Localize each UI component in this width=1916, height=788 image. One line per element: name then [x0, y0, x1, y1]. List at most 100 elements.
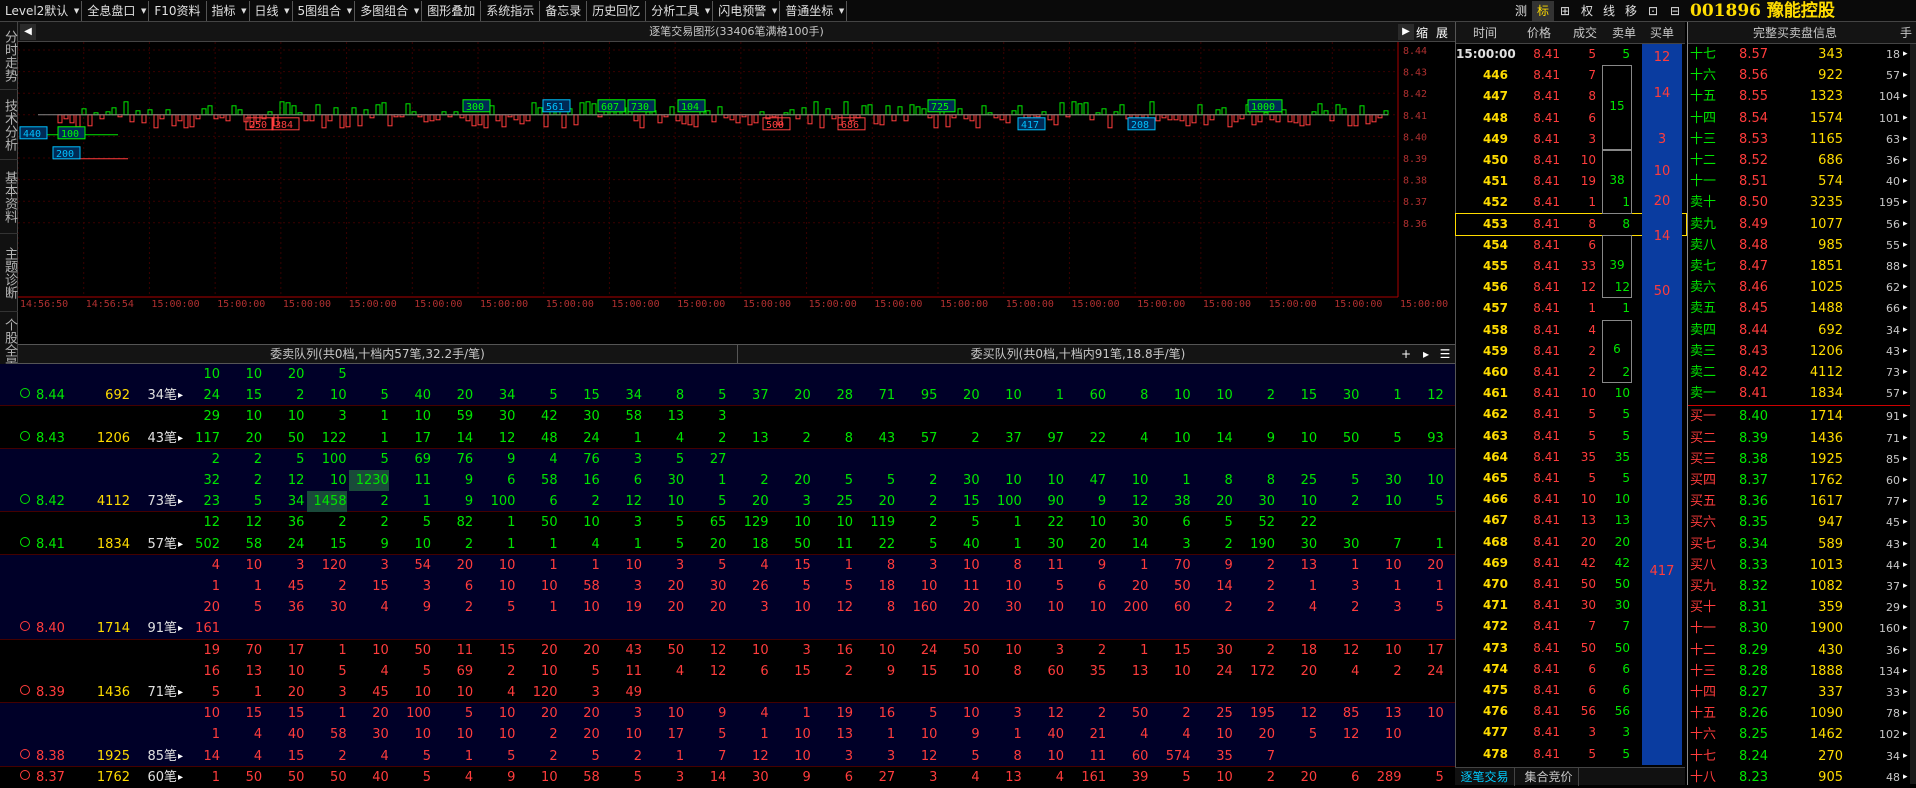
- orderbook-row[interactable]: 买一 8.40 1714 91 ▸: [1688, 406, 1916, 427]
- orderbook-row[interactable]: 买五 8.36 1617 77 ▸: [1688, 491, 1916, 512]
- orderbook-row[interactable]: 买三 8.38 1925 85 ▸: [1688, 449, 1916, 470]
- time-tick-label: 15:00:00: [480, 299, 528, 310]
- trade-price: 8.41: [1533, 47, 1560, 61]
- toolbar-right-button-0[interactable]: 测: [1510, 1, 1532, 21]
- toolbar-item-5[interactable]: 5图组合: [293, 0, 356, 21]
- trade-size-label: 686: [837, 117, 866, 131]
- orderbook-row[interactable]: 卖三 8.43 1206 43 ▸: [1688, 341, 1916, 362]
- toolbar-item-3[interactable]: 指标: [207, 0, 250, 21]
- trade-bottom-tab-0[interactable]: 逐笔交易: [1455, 768, 1515, 786]
- queue-circle-icon[interactable]: [20, 494, 30, 505]
- orderbook-row[interactable]: 十五 8.55 1323 104 ▸: [1688, 86, 1916, 107]
- trade-time: 450: [1482, 153, 1508, 167]
- trade-bottom-tab-1[interactable]: 集合竞价: [1519, 768, 1579, 786]
- toolbar-item-12[interactable]: 闪电预警: [713, 0, 781, 21]
- queue-circle-icon[interactable]: [20, 430, 30, 441]
- toolbar-right-button-3[interactable]: 权: [1576, 1, 1598, 21]
- queue-order-size: 11: [1089, 748, 1107, 764]
- queue-order-size: 12: [836, 600, 853, 616]
- queue-order-size: 15: [963, 494, 980, 510]
- queue-order-size: 161: [195, 621, 220, 637]
- orderbook-row[interactable]: 十六 8.56 922 57 ▸: [1688, 65, 1916, 86]
- toolbar-right-button-1[interactable]: 标: [1532, 1, 1554, 21]
- orderbook-row[interactable]: 卖一 8.41 1834 57 ▸: [1688, 383, 1916, 404]
- orderbook-row[interactable]: 买六 8.35 947 45 ▸: [1688, 512, 1916, 533]
- queue-menu-button[interactable]: ☰: [1437, 345, 1453, 363]
- side-tab-3[interactable]: 主题诊断: [0, 234, 18, 312]
- orderbook-level: 卖二: [1690, 365, 1717, 380]
- orderbook-row[interactable]: 十二 8.52 686 36 ▸: [1688, 150, 1916, 171]
- orderbook-row[interactable]: 卖六 8.46 1025 62 ▸: [1688, 277, 1916, 298]
- queue-circle-icon[interactable]: [20, 536, 30, 547]
- queue-order-size: 58: [330, 727, 347, 743]
- toolbar-item-10[interactable]: 历史回忆: [587, 0, 647, 21]
- toolbar-right-button-4[interactable]: 线: [1598, 1, 1620, 21]
- toolbar-item-1[interactable]: 全息盘口: [82, 0, 150, 21]
- queue-order-size: 4: [1140, 727, 1149, 743]
- orderbook-row[interactable]: 买七 8.34 589 43 ▸: [1688, 534, 1916, 555]
- chart-next-button[interactable]: ▶: [1398, 24, 1414, 40]
- orderbook-row[interactable]: 卖九 8.49 1077 56 ▸: [1688, 214, 1916, 235]
- orderbook-row[interactable]: 卖七 8.47 1851 88 ▸: [1688, 256, 1916, 277]
- orderbook-row[interactable]: 十二 8.29 430 36 ▸: [1688, 640, 1916, 661]
- toolbar-item-4[interactable]: 日线: [250, 0, 293, 21]
- orderbook-row[interactable]: 十四 8.54 1574 101 ▸: [1688, 108, 1916, 129]
- orderbook-row[interactable]: 十五 8.26 1090 78 ▸: [1688, 703, 1916, 724]
- orderbook-row[interactable]: 十三 8.28 1888 134 ▸: [1688, 661, 1916, 682]
- toolbar-item-11[interactable]: 分析工具: [646, 0, 714, 21]
- trade-size-text: 250: [249, 120, 267, 131]
- side-tab-0[interactable]: 分时走势: [0, 22, 18, 90]
- orderbook-row[interactable]: 买十 8.31 359 29 ▸: [1688, 597, 1916, 618]
- tick-bar: [75, 114, 81, 128]
- chart-shrink-button[interactable]: 缩: [1416, 24, 1432, 41]
- orderbook-row[interactable]: 卖四 8.44 692 34 ▸: [1688, 320, 1916, 341]
- toolbar-item-8[interactable]: 系统指示: [481, 0, 541, 21]
- orderbook-row[interactable]: 买九 8.32 1082 37 ▸: [1688, 576, 1916, 597]
- toolbar-right-button-6[interactable]: ⊡: [1642, 1, 1664, 21]
- queue-add-button[interactable]: +: [1398, 345, 1414, 363]
- orderbook-row[interactable]: 十七 8.57 343 18 ▸: [1688, 44, 1916, 65]
- orderbook-scrollbar[interactable]: [1910, 44, 1916, 784]
- toolbar-right-button-7[interactable]: ⊟: [1664, 1, 1686, 21]
- queue-circle-icon[interactable]: [20, 769, 30, 780]
- orderbook-row[interactable]: 卖五 8.45 1488 66 ▸: [1688, 298, 1916, 319]
- orderbook-row[interactable]: 卖十 8.50 3235 195 ▸: [1688, 192, 1916, 213]
- queue-circle-icon[interactable]: [20, 621, 30, 632]
- orderbook-row[interactable]: 十三 8.53 1165 63 ▸: [1688, 129, 1916, 150]
- orderbook-row[interactable]: 买二 8.39 1436 71 ▸: [1688, 428, 1916, 449]
- orderbook-row[interactable]: 卖八 8.48 985 55 ▸: [1688, 235, 1916, 256]
- queue-order-size: 9: [1097, 494, 1107, 510]
- queue-scroll-button[interactable]: ▸: [1418, 345, 1434, 363]
- toolbar-right-button-2[interactable]: ⊞: [1554, 1, 1576, 21]
- trade-sell-order: 1: [1622, 301, 1630, 316]
- chart-prev-button[interactable]: ◀: [20, 24, 36, 40]
- orderbook-volume: 1013: [1809, 557, 1843, 573]
- orderbook-row[interactable]: 十四 8.27 337 33 ▸: [1688, 682, 1916, 703]
- toolbar-right-button-5[interactable]: 移: [1620, 1, 1642, 21]
- orderbook-row[interactable]: 买八 8.33 1013 44 ▸: [1688, 555, 1916, 576]
- side-tab-2[interactable]: 基本资料: [0, 160, 18, 234]
- queue-order-size: 1: [1435, 536, 1444, 552]
- queue-circle-icon[interactable]: [20, 748, 30, 759]
- queue-circle-icon[interactable]: [20, 388, 30, 399]
- toolbar-item-7[interactable]: 图形叠加: [422, 0, 482, 21]
- orderbook-row[interactable]: 卖二 8.42 4112 73 ▸: [1688, 362, 1916, 383]
- orderbook-order-count: 91: [1886, 410, 1900, 424]
- orderbook-row[interactable]: 十一 8.30 1900 160 ▸: [1688, 618, 1916, 639]
- chart-expand-button[interactable]: 展: [1436, 24, 1452, 41]
- orderbook-row[interactable]: 十一 8.51 574 40 ▸: [1688, 171, 1916, 192]
- toolbar-item-0[interactable]: Level2默认: [0, 0, 83, 21]
- trade-time: 466: [1482, 492, 1508, 507]
- toolbar-item-2[interactable]: F10资料: [149, 0, 207, 21]
- toolbar-item-13[interactable]: 普通坐标: [780, 0, 848, 21]
- orderbook-row[interactable]: 十七 8.24 270 34 ▸: [1688, 746, 1916, 767]
- toolbar-item-9[interactable]: 备忘录: [540, 0, 588, 21]
- side-tab-1[interactable]: 技术分析: [0, 90, 18, 160]
- orderbook-row[interactable]: 买四 8.37 1762 60 ▸: [1688, 470, 1916, 491]
- queue-circle-icon[interactable]: [20, 684, 30, 695]
- tick-bar: [315, 104, 321, 116]
- sell-group-total: 6: [1613, 342, 1621, 357]
- toolbar-item-6[interactable]: 多图组合: [355, 0, 423, 21]
- orderbook-row[interactable]: 十六 8.25 1462 102 ▸: [1688, 724, 1916, 745]
- tick-bar: [1167, 114, 1173, 121]
